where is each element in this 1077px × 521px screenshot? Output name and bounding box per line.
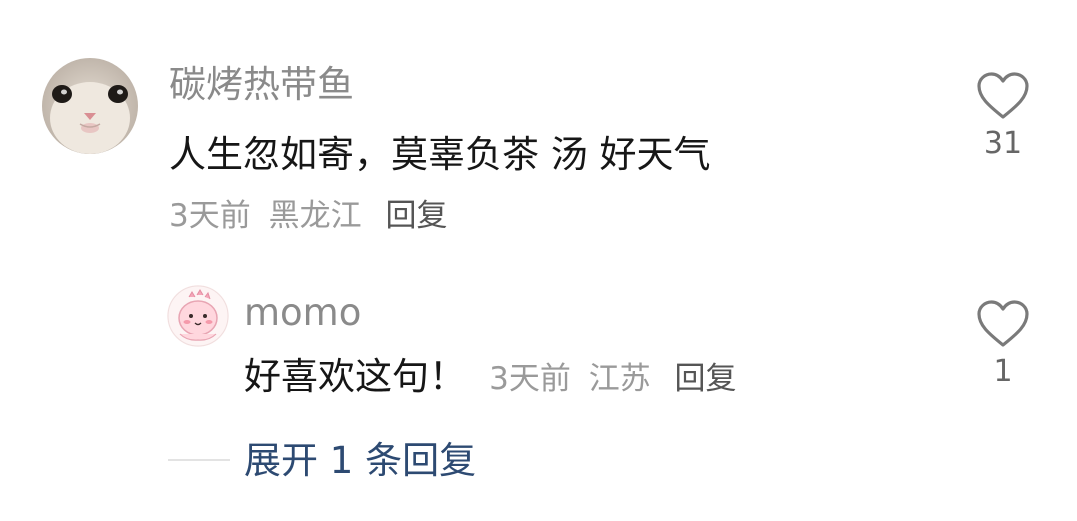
user-avatar-cat[interactable] xyxy=(42,58,138,154)
expand-replies-button[interactable]: 展开 1 条回复 xyxy=(168,438,476,482)
user-avatar-dino[interactable] xyxy=(167,285,229,347)
heart-outline-icon xyxy=(977,72,1029,119)
reply-button[interactable]: 回复 xyxy=(385,198,447,234)
reply-username[interactable]: momo xyxy=(244,294,361,331)
reply-like-count: 1 xyxy=(993,354,1013,389)
reply-meta: 3天前 江苏 xyxy=(489,361,660,397)
comment-thread: 碳烤热带鱼 人生忽如寄，莫辜负茶 汤 好天气 3天前 黑龙江 回复 31 mom… xyxy=(0,0,1077,521)
reply-location: 江苏 xyxy=(588,361,651,397)
comment-username[interactable]: 碳烤热带鱼 xyxy=(169,66,354,103)
reply-content: 好喜欢这句！ 3天前 江苏 回复 xyxy=(244,358,737,395)
comment-text: 人生忽如寄，莫辜负茶 汤 好天气 xyxy=(169,133,711,176)
comment-location: 黑龙江 xyxy=(268,198,362,234)
dino-avatar-image xyxy=(167,285,229,347)
reply-like-button[interactable]: 1 xyxy=(973,299,1033,387)
like-count: 31 xyxy=(983,126,1023,161)
comment-time: 3天前 xyxy=(169,198,251,234)
reply-text: 好喜欢这句！ xyxy=(244,355,466,398)
reply-reply-button[interactable]: 回复 xyxy=(675,361,737,397)
cat-avatar-image xyxy=(42,58,138,154)
comment-meta: 3天前 黑龙江 回复 xyxy=(169,201,447,232)
like-button[interactable]: 31 xyxy=(973,71,1033,159)
expand-replies-label[interactable]: 展开 1 条回复 xyxy=(244,442,476,479)
heart-outline-icon xyxy=(977,300,1029,347)
expand-divider xyxy=(168,459,230,461)
reply-time: 3天前 xyxy=(489,361,571,397)
